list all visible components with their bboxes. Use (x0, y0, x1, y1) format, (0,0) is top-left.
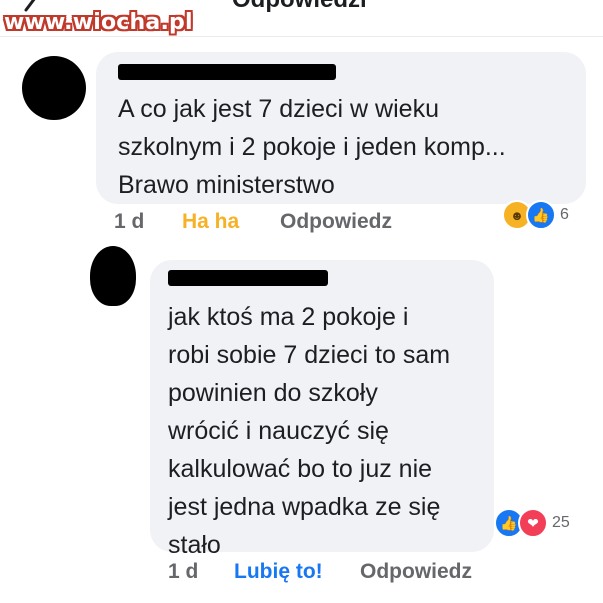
like-button[interactable]: Lubię to! (234, 560, 323, 584)
haha-button[interactable]: Ha ha (182, 210, 239, 234)
back-arrow-icon[interactable] (20, 0, 44, 30)
love-reaction-icon: ❤ (518, 508, 548, 538)
avatar[interactable] (22, 56, 86, 120)
reaction-count: 25 (552, 514, 570, 531)
comment-time: 1 d (168, 560, 199, 583)
redacted-author-name (168, 270, 328, 286)
reaction-count: 6 (560, 206, 569, 223)
page-title: Odpowiedzi (232, 0, 367, 14)
reply-button[interactable]: Odpowiedz (280, 210, 392, 234)
comment-bubble: jak ktoś ma 2 pokoje i robi sobie 7 dzie… (150, 260, 494, 559)
comment-time: 1 d (114, 210, 145, 233)
like-reaction-icon: 👍 (526, 200, 556, 230)
reply-button[interactable]: Odpowiedz (360, 560, 472, 584)
reaction-summary[interactable]: ☻ 👍 6 (502, 200, 569, 230)
comment-text: A co jak jest 7 dzieci w wieku szkolnym … (118, 95, 506, 199)
avatar[interactable] (90, 246, 136, 306)
reaction-summary[interactable]: 👍 ❤ 25 (494, 508, 570, 538)
header-divider (0, 36, 603, 37)
redacted-author-name (118, 64, 336, 80)
comment-text: jak ktoś ma 2 pokoje i robi sobie 7 dzie… (168, 303, 451, 559)
comment-bubble: A co jak jest 7 dzieci w wieku szkolnym … (96, 52, 586, 204)
